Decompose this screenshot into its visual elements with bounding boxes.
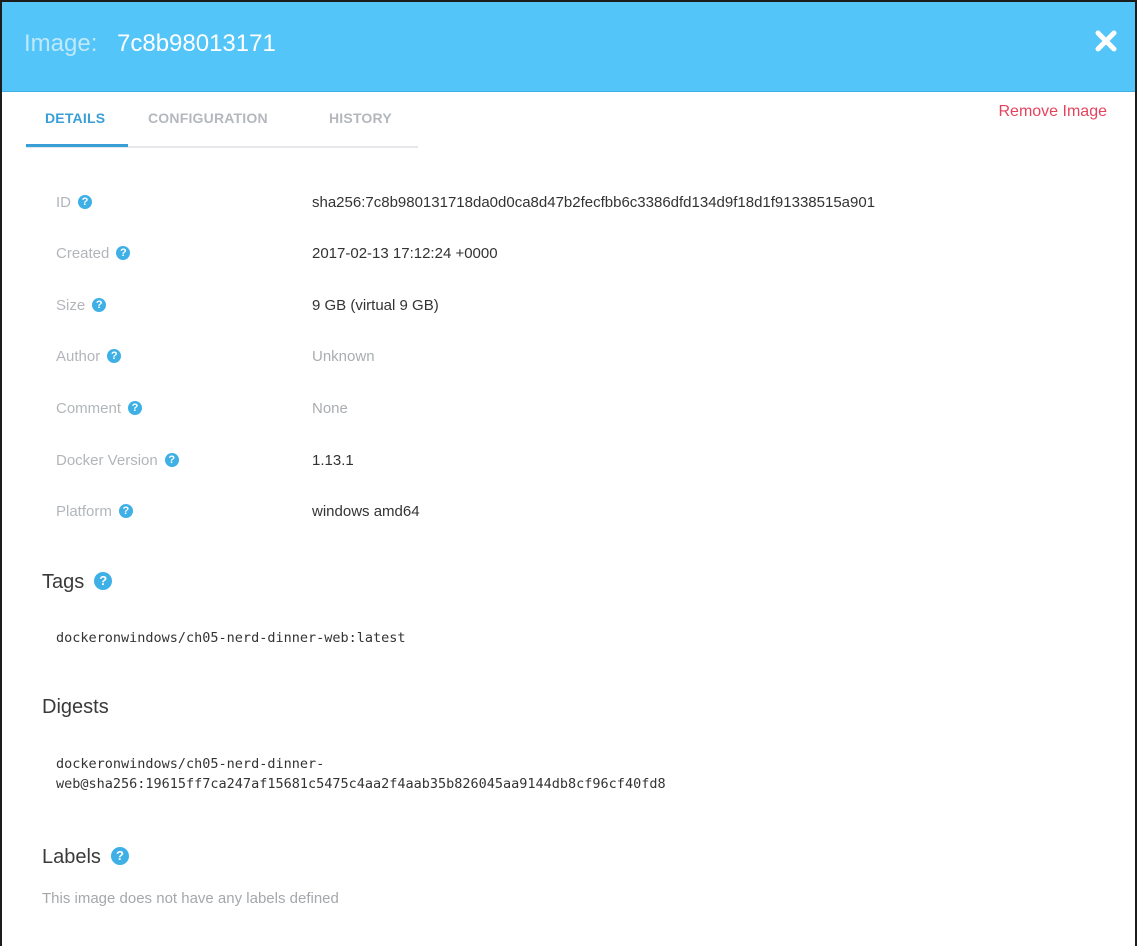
tab-bar: DETAILS CONFIGURATION HISTORY	[26, 92, 418, 148]
detail-label-text: Size	[56, 297, 86, 314]
dialog-header: Image: 7c8b98013171	[2, 2, 1135, 92]
digest-line-1: dockeronwindows/ch05-nerd-dinner-	[56, 756, 325, 772]
dialog-title-image-id: 7c8b98013171	[117, 30, 276, 57]
active-tab-indicator	[26, 144, 128, 147]
question-circle-icon[interactable]: ?	[110, 846, 129, 865]
detail-value-size: 9 GB (virtual 9 GB)	[312, 297, 439, 314]
tab-history[interactable]: HISTORY	[329, 110, 392, 126]
tab-details[interactable]: DETAILS	[45, 110, 105, 126]
detail-label-text: Author	[56, 348, 101, 365]
question-circle-icon[interactable]: ?	[164, 453, 179, 468]
detail-label-text: Platform	[56, 503, 112, 520]
detail-value-docker-version: 1.13.1	[312, 452, 354, 469]
detail-label-text: ID	[56, 194, 71, 211]
tags-section-title: Tags?	[42, 571, 113, 594]
tags-title-text: Tags	[42, 571, 85, 593]
detail-value-comment: None	[312, 400, 348, 417]
question-circle-icon[interactable]: ?	[92, 298, 107, 313]
question-circle-icon[interactable]: ?	[116, 246, 131, 261]
detail-label-docker-version: Docker Version?	[56, 452, 179, 469]
detail-value-id: sha256:7c8b980131718da0d0ca8d47b2fecfbb6…	[312, 194, 876, 211]
digests-title-text: Digests	[42, 696, 109, 718]
tab-configuration[interactable]: CONFIGURATION	[148, 110, 268, 126]
close-icon[interactable]	[1091, 26, 1121, 56]
detail-label-created: Created?	[56, 245, 131, 262]
question-circle-icon[interactable]: ?	[94, 571, 113, 590]
detail-value-platform: windows amd64	[312, 503, 420, 520]
detail-label-id: ID?	[56, 194, 92, 211]
detail-label-size: Size?	[56, 297, 107, 314]
detail-value-created: 2017-02-13 17:12:24 +0000	[312, 245, 498, 262]
tag-item: dockeronwindows/ch05-nerd-dinner-web:lat…	[56, 630, 406, 646]
labels-section-title: Labels?	[42, 846, 129, 869]
detail-label-platform: Platform?	[56, 503, 133, 520]
question-circle-icon[interactable]: ?	[128, 401, 143, 416]
digests-section-title: Digests	[42, 696, 109, 719]
digest-line-2: web@sha256:19615ff7ca247af15681c5475c4aa…	[56, 776, 666, 792]
detail-label-text: Docker Version	[56, 452, 158, 469]
detail-value-author: Unknown	[312, 348, 375, 365]
question-circle-icon[interactable]: ?	[107, 349, 122, 364]
dialog-title-prefix: Image:	[24, 30, 98, 57]
image-details-dialog: Image: 7c8b98013171 DETAILS CONFIGURATIO…	[0, 0, 1137, 946]
detail-label-text: Created	[56, 245, 110, 262]
labels-title-text: Labels	[42, 846, 101, 868]
question-circle-icon[interactable]: ?	[118, 504, 133, 519]
remove-image-button[interactable]: Remove Image	[999, 103, 1108, 121]
labels-empty-text: This image does not have any labels defi…	[42, 890, 339, 907]
detail-label-text: Comment	[56, 400, 122, 417]
detail-label-comment: Comment?	[56, 400, 143, 417]
detail-label-author: Author?	[56, 348, 122, 365]
question-circle-icon[interactable]: ?	[78, 195, 92, 210]
